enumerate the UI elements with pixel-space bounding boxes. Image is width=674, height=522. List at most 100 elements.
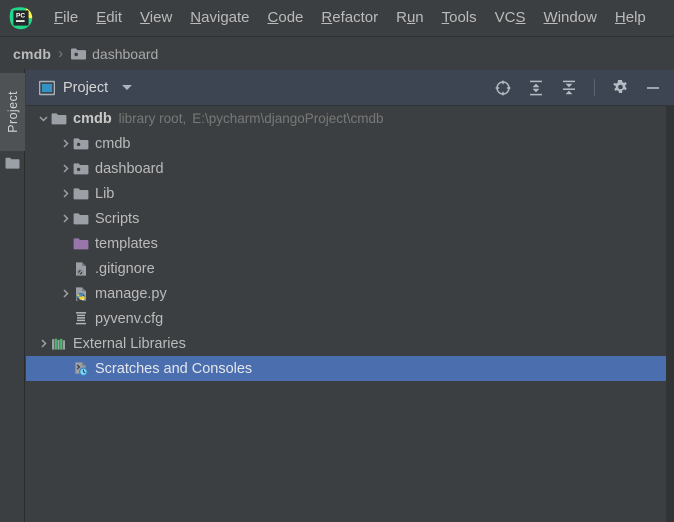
toolbar-divider — [594, 79, 595, 96]
tree-row-meta-path: E:\pycharm\djangoProject\cmdb — [192, 110, 384, 126]
menu-tools-rest: ools — [449, 9, 477, 26]
menu-file-rest: ile — [63, 9, 79, 26]
menu-vcs-pre: VC — [494, 9, 516, 26]
tree-scrollbar-track[interactable] — [666, 106, 674, 522]
menu-tools[interactable]: Tools — [433, 7, 486, 29]
python-file-icon — [72, 286, 90, 302]
tree-row-templates[interactable]: templates — [26, 231, 666, 256]
tree-row-label: dashboard — [95, 160, 164, 177]
tree-row-label: Scripts — [95, 210, 140, 227]
menu-code[interactable]: Code — [259, 7, 313, 29]
menu-run-pre: R — [396, 9, 407, 26]
menu-vcs-mnemonic: S — [515, 9, 526, 26]
chevron-right-icon[interactable] — [58, 156, 72, 181]
breadcrumb-separator: › — [58, 45, 64, 62]
tree-row-label: manage.py — [95, 285, 167, 302]
scratches-icon — [72, 361, 90, 377]
tree-row-manage-py[interactable]: manage.py — [26, 281, 666, 306]
menu-refactor-mnemonic: R — [321, 9, 333, 26]
menu-navigate[interactable]: Navigate — [181, 7, 258, 29]
expand-all-button[interactable] — [526, 78, 546, 98]
left-tool-strip: Project — [0, 69, 25, 522]
chevron-right-icon[interactable] — [58, 131, 72, 156]
settings-button[interactable] — [610, 78, 630, 98]
folder-icon[interactable] — [5, 157, 20, 175]
tree-row-meta: library root, — [118, 110, 187, 126]
menu-help[interactable]: Help — [606, 7, 655, 29]
tree-row-label: cmdb — [95, 135, 131, 152]
menu-navigate-rest: avigate — [201, 9, 250, 26]
collapse-all-button[interactable] — [559, 78, 579, 98]
pycharm-window: PC File Edit View Navigate Code Refactor… — [0, 0, 674, 522]
menu-run[interactable]: Run — [387, 7, 433, 29]
file-ignored-icon — [72, 261, 90, 277]
folder-icon — [72, 186, 90, 202]
folder-icon — [72, 211, 90, 227]
pycharm-logo-icon: PC — [9, 6, 33, 30]
tree-row-label: cmdb — [73, 110, 112, 127]
tree-row-lib[interactable]: Lib — [26, 181, 666, 206]
chevron-right-icon[interactable] — [58, 181, 72, 206]
tree-row-cmdb[interactable]: cmdb — [26, 131, 666, 156]
tree-row-label: .gitignore — [95, 260, 155, 277]
menu-code-rest: ode — [278, 9, 304, 26]
menu-view-rest: iew — [149, 9, 173, 26]
config-file-icon — [72, 311, 90, 327]
tree-row-scripts[interactable]: Scripts — [26, 206, 666, 231]
menu-window-mnemonic: W — [543, 9, 558, 26]
menu-vcs[interactable]: VCS — [486, 7, 535, 29]
menu-help-rest: elp — [625, 9, 646, 26]
folder-module-icon — [70, 47, 87, 61]
tree-row-gitignore[interactable]: .gitignore — [26, 256, 666, 281]
minimize-button[interactable] — [643, 78, 663, 98]
folder-icon — [50, 111, 68, 127]
chevron-down-icon[interactable] — [122, 85, 133, 90]
menu-edit-mnemonic: E — [96, 9, 107, 26]
menu-help-mnemonic: H — [614, 9, 626, 26]
tree-row-label: Lib — [95, 185, 115, 202]
tool-window-tab-project[interactable]: Project — [0, 73, 25, 151]
menu-edit[interactable]: Edit — [87, 7, 131, 29]
menu-file[interactable]: File — [45, 7, 87, 29]
folder-module-icon — [72, 161, 90, 177]
select-opened-file-button[interactable] — [493, 78, 513, 98]
menu-code-mnemonic: C — [267, 9, 279, 26]
svg-text:PC: PC — [16, 13, 25, 20]
tree-row-cmdb-root[interactable]: cmdb library root, E:\pycharm\djangoProj… — [26, 106, 666, 131]
chevron-down-icon[interactable] — [36, 106, 50, 131]
tree-row-label: Scratches and Consoles — [95, 360, 253, 377]
menu-run-rest: n — [415, 9, 424, 26]
breadcrumb: cmdb › dashboard — [0, 38, 674, 69]
chevron-right-icon[interactable] — [58, 281, 72, 306]
chevron-right-icon[interactable] — [58, 206, 72, 231]
libraries-icon — [50, 336, 68, 352]
breadcrumb-root[interactable]: cmdb — [13, 46, 51, 62]
menu-window[interactable]: Window — [535, 7, 606, 29]
tree-row-dashboard[interactable]: dashboard — [26, 156, 666, 181]
tree-row-label: External Libraries — [73, 335, 186, 352]
menu-view[interactable]: View — [131, 7, 181, 29]
tool-window-tab-project-label: Project — [5, 91, 20, 133]
menu-tools-mnemonic: T — [441, 9, 450, 26]
project-tree[interactable]: cmdb library root, E:\pycharm\djangoProj… — [26, 106, 666, 522]
project-panel-title: Project — [63, 79, 109, 96]
menu-edit-rest: dit — [106, 9, 123, 26]
menu-window-rest: indow — [557, 9, 597, 26]
folder-module-icon — [72, 136, 90, 152]
menu-refactor-rest: efactor — [332, 9, 379, 26]
tree-row-pyvenv-cfg[interactable]: pyvenv.cfg — [26, 306, 666, 331]
menu-file-mnemonic: F — [54, 9, 64, 26]
menu-navigate-mnemonic: N — [190, 9, 202, 26]
project-panel-toolbar: Project — [26, 70, 674, 106]
menu-bar: PC File Edit View Navigate Code Refactor… — [0, 0, 674, 37]
chevron-right-icon[interactable] — [36, 331, 50, 356]
folder-template-icon — [72, 236, 90, 252]
tree-row-label: pyvenv.cfg — [95, 310, 164, 327]
breadcrumb-leaf[interactable]: dashboard — [92, 46, 158, 62]
tree-row-external-libraries[interactable]: External Libraries — [26, 331, 666, 356]
tree-row-scratches-and-consoles[interactable]: Scratches and Consoles — [26, 356, 666, 381]
project-view-icon — [39, 80, 55, 96]
menu-view-mnemonic: V — [140, 9, 150, 26]
menu-refactor[interactable]: Refactor — [312, 7, 387, 29]
tree-row-label: templates — [95, 235, 158, 252]
